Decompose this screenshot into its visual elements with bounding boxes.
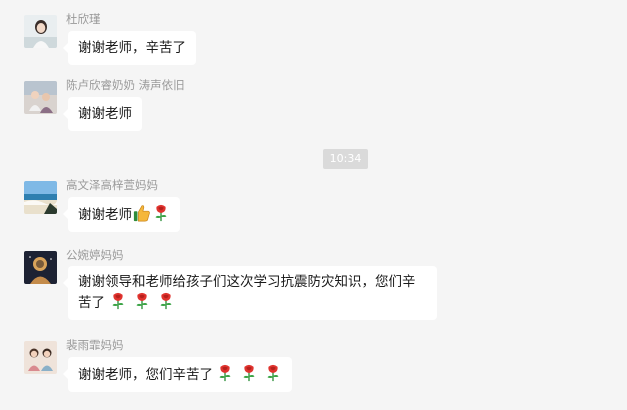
message-bubble[interactable]: 谢谢老师，您们辛苦了 (63, 357, 292, 392)
sender-name: 裴雨霏妈妈 (66, 338, 124, 352)
thumbs-up-icon (133, 205, 150, 222)
message-text: 谢谢老师 (78, 106, 132, 122)
message-text-line: 苦了 (78, 292, 427, 313)
rose-icon (160, 292, 172, 310)
avatar[interactable] (24, 15, 57, 48)
avatar[interactable] (24, 341, 57, 374)
avatar[interactable] (24, 81, 57, 114)
sender-name: 陈卢欣睿奶奶 涛声依旧 (66, 78, 185, 92)
message-text: 谢谢老师，您们辛苦了 (78, 367, 213, 383)
message-text: 谢谢老师 (78, 207, 132, 223)
avatar[interactable] (24, 181, 57, 214)
timestamp: 10:34 (323, 149, 368, 169)
message-bubble[interactable]: 谢谢老师 (63, 197, 180, 232)
rose-icon (219, 364, 231, 382)
avatar[interactable] (24, 251, 57, 284)
message-bubble[interactable]: 谢谢老师 (63, 97, 142, 131)
rose-icon (112, 292, 124, 310)
rose-icon (136, 292, 148, 310)
rose-icon (267, 364, 279, 382)
sender-name: 杜欣瑾 (66, 12, 101, 26)
sender-name: 公婉婷妈妈 (66, 248, 124, 262)
message-text: 谢谢老师，辛苦了 (78, 40, 186, 56)
rose-icon (155, 204, 167, 222)
rose-icon (243, 364, 255, 382)
message-bubble[interactable]: 谢谢领导和老师给孩子们这次学习抗震防灾知识，您们辛 苦了 (63, 266, 437, 320)
message-text-line: 谢谢领导和老师给孩子们这次学习抗震防灾知识，您们辛 (78, 274, 416, 290)
chat-window: 杜欣瑾 谢谢老师，辛苦了 陈卢欣睿奶奶 涛声依旧 谢谢老师 10:34 高文泽高… (0, 0, 627, 410)
sender-name: 高文泽高梓萱妈妈 (66, 178, 158, 192)
message-bubble[interactable]: 谢谢老师，辛苦了 (63, 31, 196, 65)
